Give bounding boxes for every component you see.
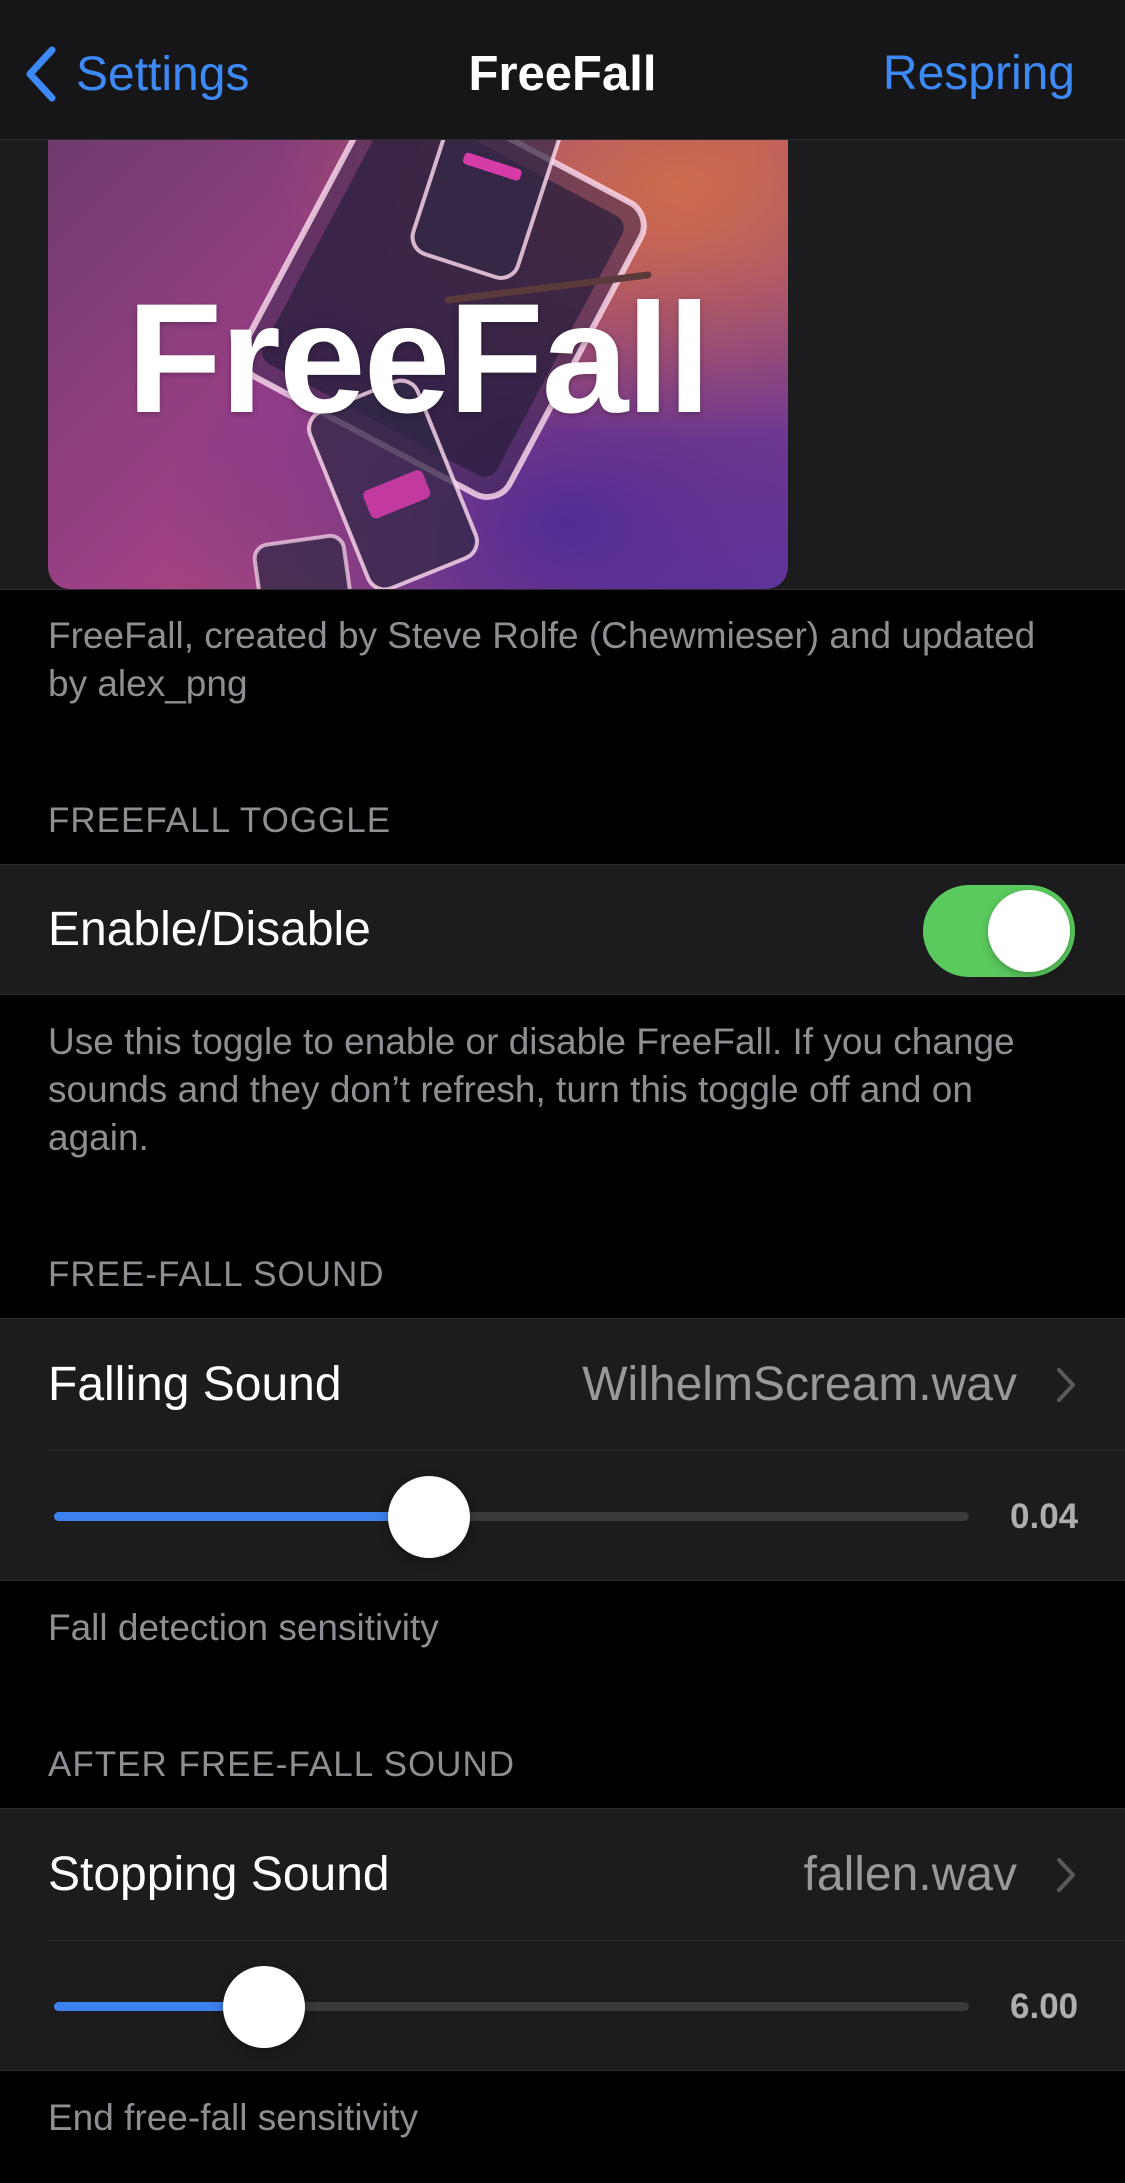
- chevron-right-icon: [1055, 1809, 1077, 1940]
- toggle-knob: [988, 890, 1070, 972]
- banner-logo-text: FreeFall: [126, 272, 711, 446]
- settings-page: Settings FreeFall Respring FreeFall Free…: [0, 0, 1125, 2183]
- freefall-sound-group: Falling Sound WilhelmScream.wav 0.04: [0, 1318, 1125, 1581]
- credits-text: FreeFall, created by Steve Rolfe (Chewmi…: [48, 615, 1036, 704]
- toggle-footer: Use this toggle to enable or disable Fre…: [48, 1021, 1015, 1158]
- fall-sensitivity-value: 0.04: [1010, 1497, 1079, 1536]
- banner-cell: FreeFall: [0, 140, 1125, 590]
- falling-sound-label: Falling Sound: [48, 1358, 342, 1411]
- enable-disable-label: Enable/Disable: [48, 903, 371, 956]
- navigation-bar: Settings FreeFall Respring: [0, 0, 1125, 140]
- chevron-left-icon: [22, 44, 62, 104]
- slider-thumb[interactable]: [223, 1966, 305, 2048]
- section-header-freefall-sound: FREE-FALL SOUND: [48, 1255, 385, 1294]
- back-button[interactable]: Settings: [22, 36, 249, 112]
- fall-sensitivity-slider[interactable]: [54, 1472, 969, 1562]
- end-sensitivity-value: 6.00: [1010, 1987, 1079, 2026]
- row-separator: [48, 1450, 1125, 1451]
- stopping-sound-value: fallen.wav: [803, 1848, 1017, 1901]
- row-separator: [48, 1940, 1125, 1941]
- chevron-right-icon: [1055, 1319, 1077, 1450]
- slider-fill: [54, 1512, 429, 1521]
- freefall-footer: Fall detection sensitivity: [48, 1607, 439, 1648]
- falling-sound-row[interactable]: Falling Sound WilhelmScream.wav: [0, 1319, 1125, 1450]
- enable-disable-toggle[interactable]: [923, 885, 1075, 977]
- falling-sound-value: WilhelmScream.wav: [582, 1358, 1017, 1411]
- back-button-label: Settings: [76, 47, 250, 101]
- stopping-sound-label: Stopping Sound: [48, 1848, 390, 1901]
- after-freefall-footer: End free-fall sensitivity: [48, 2097, 419, 2138]
- enable-disable-cell: Enable/Disable: [0, 864, 1125, 995]
- slider-thumb[interactable]: [388, 1476, 470, 1558]
- page-title: FreeFall: [468, 47, 657, 101]
- after-freefall-sound-group: Stopping Sound fallen.wav 6.00: [0, 1808, 1125, 2071]
- end-sensitivity-slider[interactable]: [54, 1962, 969, 2052]
- respring-button[interactable]: Respring: [883, 36, 1075, 112]
- banner-image: FreeFall: [48, 140, 788, 589]
- section-header-toggle: FREEFALL TOGGLE: [48, 801, 392, 840]
- stopping-sound-row[interactable]: Stopping Sound fallen.wav: [0, 1809, 1125, 1940]
- section-header-after-freefall-sound: AFTER FREE-FALL SOUND: [48, 1745, 515, 1784]
